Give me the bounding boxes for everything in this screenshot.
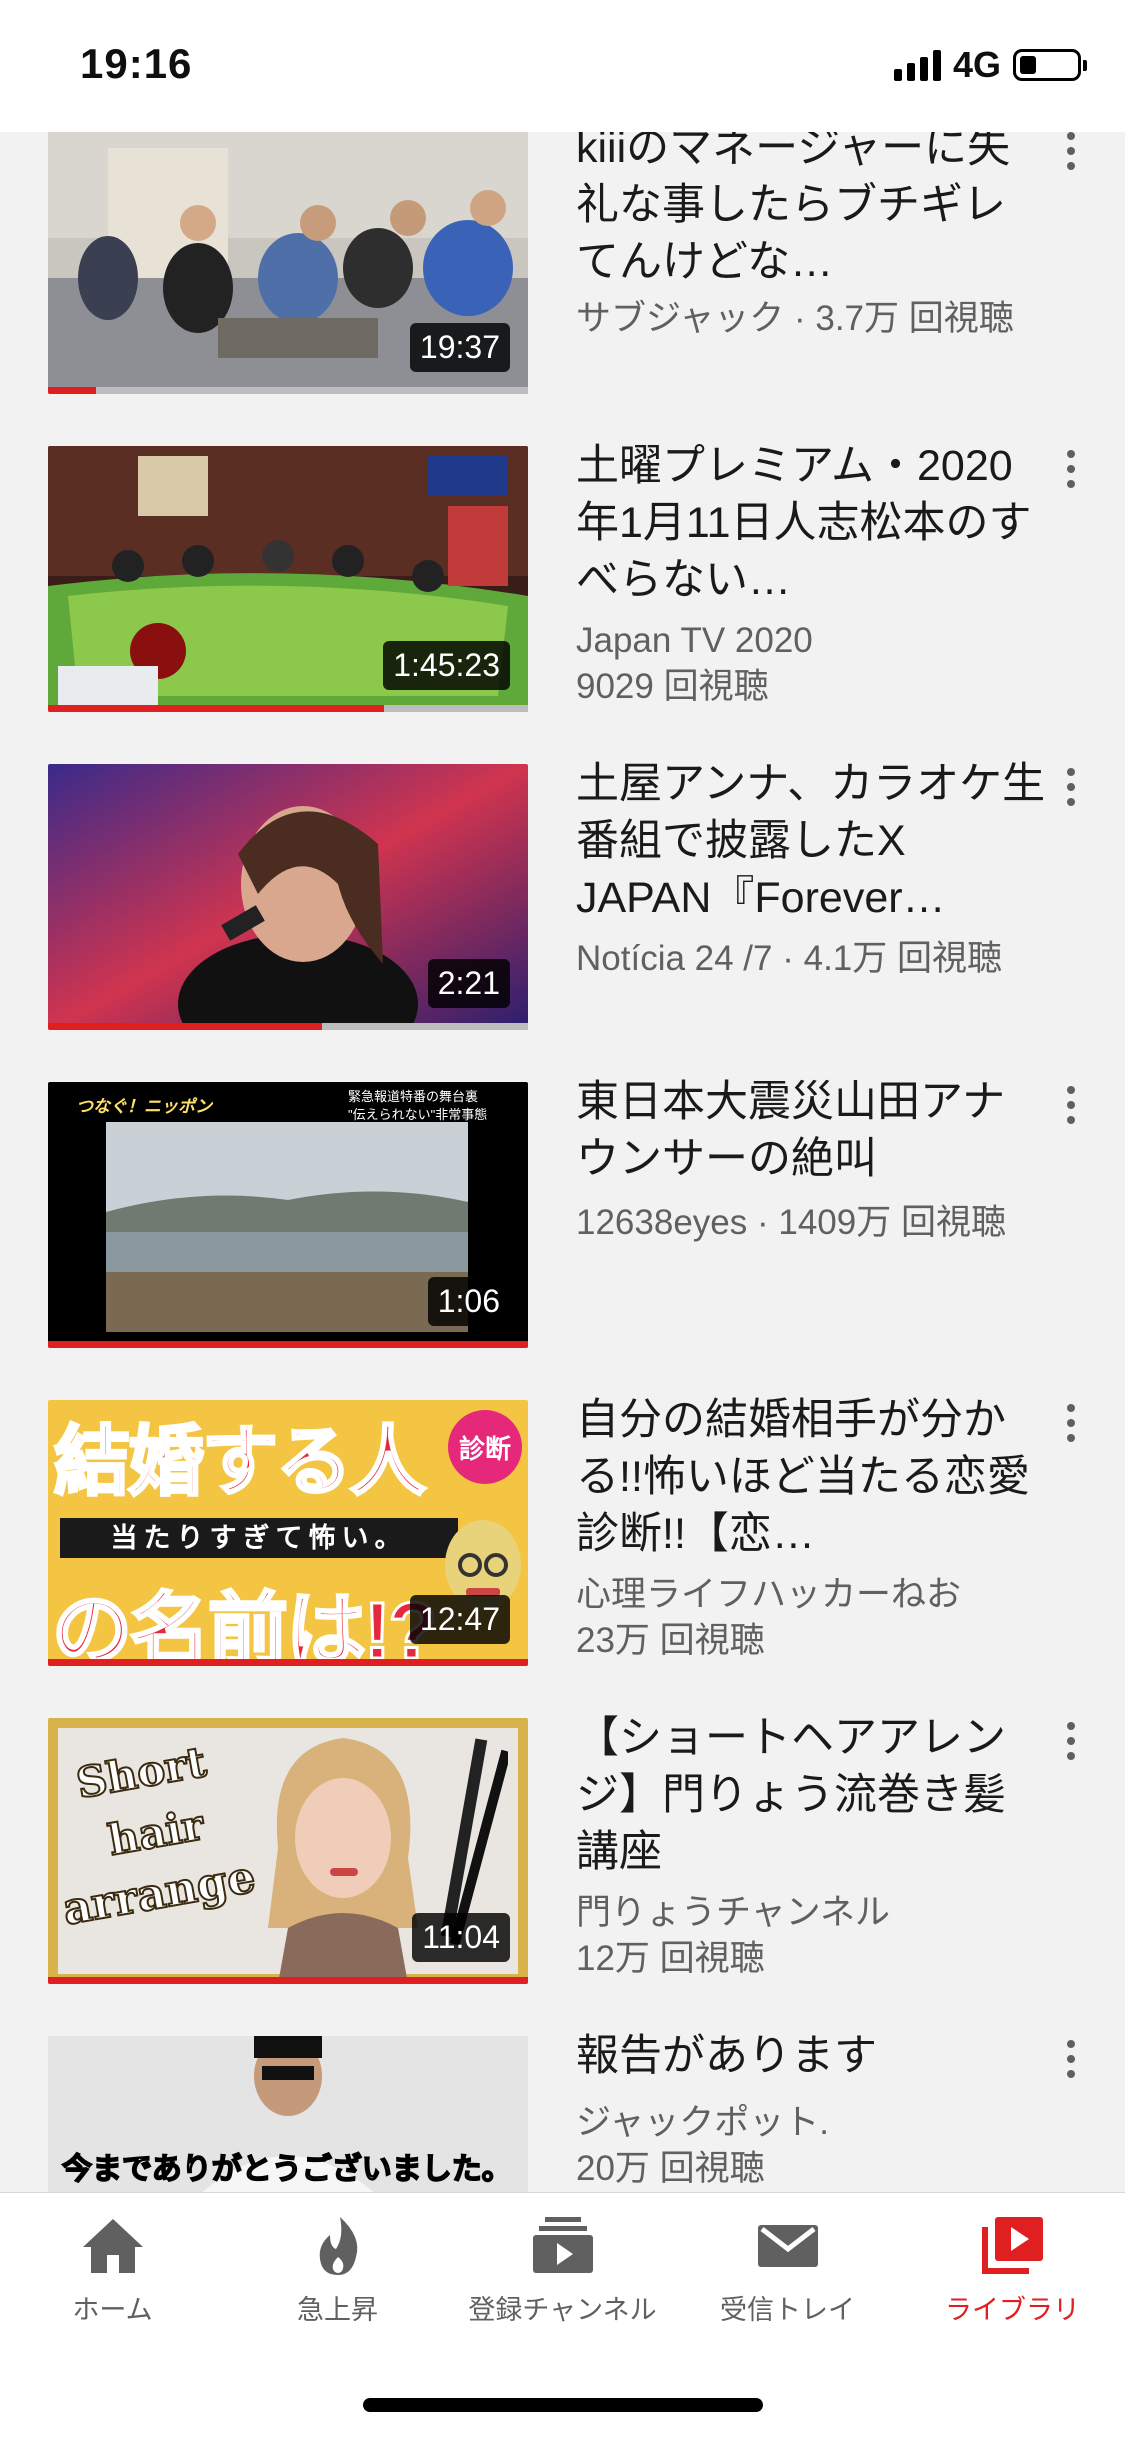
more-options-icon[interactable]: [1064, 450, 1078, 498]
network-type: 4G: [952, 44, 1001, 85]
video-title[interactable]: 土屋アンナ、カラオケ生番組で披露したX JAPAN『Forever…: [576, 756, 1046, 927]
video-meta: Notícia 24 /7 · 4.1万 回視聴: [576, 939, 1002, 978]
video-title[interactable]: 報告があります: [576, 2028, 1046, 2085]
nav-item-inbox[interactable]: 受信トレイ: [675, 2213, 900, 2327]
nav-item-subscriptions[interactable]: 登録チャンネル: [450, 2213, 675, 2327]
video-thumbnail[interactable]: 結婚する人 診断 当たりすぎて怖い。 の名前は!? 12:47: [48, 1400, 528, 1666]
video-duration: 1:06: [427, 1277, 510, 1326]
video-thumbnail[interactable]: 1:45:23: [48, 446, 528, 712]
video-item[interactable]: つなぐ！ニッポン 緊急報道特番の舞台裏 "伝えられない"非常事態 1:06 東日…: [0, 1078, 1125, 1352]
watch-progress: [48, 1659, 528, 1666]
nav-label: 急上昇: [297, 2295, 378, 2325]
more-options-icon[interactable]: [1064, 768, 1078, 816]
video-views: 12万 回視聴: [576, 1939, 765, 1978]
video-channel: Japan TV 2020: [576, 621, 813, 660]
more-options-icon[interactable]: [1064, 1404, 1078, 1452]
home-indicator[interactable]: [363, 2398, 763, 2412]
video-item[interactable]: 2:21 土屋アンナ、カラオケ生番組で披露したX JAPAN『Forever… …: [0, 760, 1125, 1034]
video-meta: サブジャック · 3.7万 回視聴: [576, 299, 1014, 338]
thumbnail-headline: 結婚する人: [53, 1419, 428, 1507]
video-views: 20万 回視聴: [576, 2149, 765, 2188]
video-item[interactable]: Short hair arrange 11:04 【ショートヘアアレンジ】門りょ…: [0, 1714, 1125, 1988]
video-thumbnail[interactable]: 2:21: [48, 764, 528, 1030]
thumbnail-logo: つなぐ！ニッポン: [76, 1097, 212, 1116]
thumbnail-bottom-text: の名前は!?: [51, 1585, 440, 1667]
nav-label: ホーム: [72, 2295, 153, 2325]
video-channel: 門りょうチャンネル: [576, 1893, 890, 1932]
video-duration: 11:04: [412, 1913, 510, 1962]
video-title[interactable]: 東日本大震災山田アナウンサーの絶叫: [576, 1074, 1046, 1188]
signal-icon: [893, 49, 941, 81]
video-item[interactable]: 1:45:23 土曜プレミアム・2020年1月11日人志松本のすべらない… Ja…: [0, 442, 1125, 716]
video-duration: 2:21: [427, 959, 510, 1008]
nav-label: 受信トレイ: [720, 2295, 855, 2325]
nav-label: ライブラリ: [945, 2295, 1080, 2325]
video-thumbnail[interactable]: つなぐ！ニッポン 緊急報道特番の舞台裏 "伝えられない"非常事態 1:06: [48, 1082, 528, 1348]
thumbnail-subtitle: 当たりすぎて怖い。: [60, 1518, 458, 1558]
more-options-icon[interactable]: [1064, 1722, 1078, 1770]
watch-progress: [48, 705, 528, 712]
video-duration: 1:45:23: [383, 641, 510, 690]
video-title[interactable]: 土曜プレミアム・2020年1月11日人志松本のすべらない…: [576, 438, 1046, 609]
nav-item-home[interactable]: ホーム: [0, 2213, 225, 2327]
video-item[interactable]: 19:37 kiiiのマネージャーに失礼な事したらブチギレてんけどな… サブジャ…: [0, 132, 1125, 398]
trending-icon: [319, 2217, 357, 2275]
video-thumbnail[interactable]: Short hair arrange 11:04: [48, 1718, 528, 1984]
more-options-icon[interactable]: [1064, 1086, 1078, 1134]
more-options-icon[interactable]: [1064, 2040, 1078, 2088]
video-channel: 心理ライフハッカーねお: [576, 1575, 962, 1614]
nav-item-library[interactable]: ライブラリ: [900, 2213, 1125, 2327]
watch-progress: [48, 1977, 528, 1984]
inbox-icon: [757, 2225, 818, 2267]
video-views: 23万 回視聴: [576, 1621, 765, 1660]
video-thumbnail[interactable]: 今までありがとうございました。: [48, 2036, 528, 2192]
video-feed[interactable]: 19:37 kiiiのマネージャーに失礼な事したらブチギレてんけどな… サブジャ…: [0, 132, 1125, 2192]
more-options-icon[interactable]: [1064, 132, 1078, 180]
watch-progress: [48, 1023, 528, 1030]
status-bar: 19:16 4G: [0, 0, 1125, 132]
video-title[interactable]: 自分の結婚相手が分かる!!怖いほど当たる恋愛診断!!【恋…: [576, 1392, 1046, 1563]
nav-label: 登録チャンネル: [468, 2295, 657, 2325]
battery-icon: [1013, 49, 1087, 81]
video-title[interactable]: kiiiのマネージャーに失礼な事したらブチギレてんけどな…: [576, 132, 1046, 291]
nav-item-trending[interactable]: 急上昇: [225, 2213, 450, 2327]
subscriptions-icon: [532, 2217, 593, 2273]
video-meta: 12638eyes · 1409万 回視聴: [576, 1203, 1006, 1242]
video-item[interactable]: 今までありがとうございました。 報告があります ジャックポット. 20万 回視聴: [0, 2032, 1125, 2192]
video-channel: ジャックポット.: [576, 2103, 829, 2142]
video-duration: 12:47: [409, 1595, 510, 1644]
thumbnail-tag: 診断: [448, 1410, 522, 1484]
video-views: 9029 回視聴: [576, 667, 769, 706]
status-indicators: 4G: [893, 44, 1087, 86]
video-title[interactable]: 【ショートヘアアレンジ】門りょう流巻き髪講座: [576, 1710, 1046, 1881]
watch-progress: [48, 387, 528, 394]
home-icon: [82, 2219, 143, 2273]
thumbnail-caption: 今までありがとうございました。: [61, 2152, 512, 2187]
video-duration: 19:37: [409, 323, 510, 372]
thumbnail-person: [268, 1738, 418, 1984]
status-time: 19:16: [80, 40, 193, 87]
watch-progress: [48, 1341, 528, 1348]
video-item[interactable]: 結婚する人 診断 当たりすぎて怖い。 の名前は!? 12:47 自分の結婚相手が…: [0, 1396, 1125, 1670]
library-icon: [981, 2217, 1043, 2274]
video-thumbnail[interactable]: 19:37: [48, 132, 528, 394]
thumbnail-caption: 緊急報道特番の舞台裏 "伝えられない"非常事態: [348, 1089, 488, 1122]
